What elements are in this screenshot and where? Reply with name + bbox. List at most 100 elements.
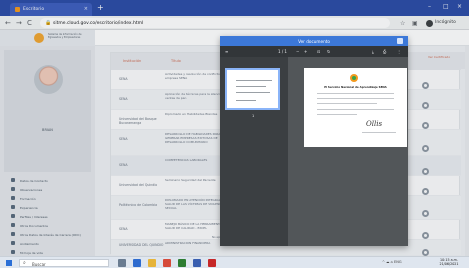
pdf-viewport[interactable]: 1 El Servicio Nacional de Aprendizaje SE…: [220, 57, 408, 246]
system-tray[interactable]: ^ ☁ ⌂ ENG: [382, 260, 402, 264]
view-eye-icon[interactable]: [422, 82, 429, 89]
pdf-menu-icon[interactable]: ≡: [225, 49, 228, 54]
back-button[interactable]: ←: [5, 19, 11, 27]
sidebar-item-label: Otros Datos de Interés de Carrera (ODC): [20, 233, 81, 237]
modal-close-button[interactable]: [397, 38, 403, 44]
app-icon[interactable]: [208, 259, 216, 267]
word-icon[interactable]: [193, 259, 201, 267]
view-eye-icon[interactable]: [422, 145, 429, 152]
forward-button[interactable]: →: [16, 19, 22, 27]
search-icon: ⌕: [23, 260, 26, 266]
logo-icon: [34, 33, 44, 43]
sidebar-item-education[interactable]: Formación: [4, 194, 91, 203]
modal-title: Ver documento: [298, 39, 330, 44]
file-explorer-icon[interactable]: [148, 259, 156, 267]
minimize-button[interactable]: –: [428, 3, 431, 10]
sidebar-item-label: Datos de Contacto: [20, 179, 48, 183]
user-name: BRIAN: [42, 128, 53, 132]
tab-title: Escritorio: [23, 7, 45, 12]
maximize-button[interactable]: □: [443, 3, 449, 10]
text-line: [317, 103, 377, 104]
sidebar-item-contact[interactable]: Datos de Contacto: [4, 176, 91, 185]
download-icon[interactable]: ⤓: [372, 49, 374, 54]
view-eye-icon[interactable]: [422, 232, 429, 239]
comment-icon: [11, 187, 15, 191]
windows-start-icon[interactable]: [6, 260, 12, 266]
view-eye-icon[interactable]: [422, 188, 429, 195]
view-column-title: Ver Certificado: [428, 55, 451, 59]
profile-avatar-icon[interactable]: [426, 20, 433, 27]
thumb-line: [236, 86, 266, 87]
sidebar-item-linking[interactable]: Anillamiento: [4, 239, 91, 248]
cell-institution: SENA: [119, 97, 128, 101]
chrome-icon[interactable]: [163, 259, 171, 267]
pdf-page-thumbnail[interactable]: [225, 68, 280, 110]
view-eye-icon[interactable]: [422, 122, 429, 129]
cell-institution: SENA: [119, 227, 128, 231]
sidebar-item-observations[interactable]: Observaciones: [4, 185, 91, 194]
profile-label[interactable]: Incógnito: [435, 20, 456, 25]
text-line: [317, 109, 394, 110]
print-icon[interactable]: ⎙: [383, 49, 386, 54]
star-icon[interactable]: ☆: [400, 20, 405, 27]
view-eye-icon[interactable]: [422, 249, 429, 256]
sidebar: BRIAN Datos de Contacto Observaciones Fo…: [0, 46, 95, 264]
edge-icon[interactable]: [133, 259, 141, 267]
cell-institution: SENA: [119, 163, 128, 167]
sidebar-item-label: Perfiles / Intereses: [20, 215, 48, 219]
text-line: [317, 93, 394, 94]
sidebar-item-label: Observaciones: [20, 188, 43, 192]
sidebar-item-label: Mi hoja de vida: [20, 251, 43, 255]
url-text: sitme.cloud.gov.co/escritorio/index.html: [53, 20, 144, 26]
sidebar-item-experience[interactable]: Experiencia: [4, 203, 91, 212]
education-icon: [11, 196, 15, 200]
pdf-thumbnail-pane: 1: [220, 57, 288, 246]
header-brand-area: Sistema de Información de Egresados y Em…: [0, 30, 95, 46]
excel-icon[interactable]: [178, 259, 186, 267]
pdf-toolbar: ≡ 1 / 1 − + ⊡ ↻ ⤓ ⎙ ⋮: [220, 46, 408, 57]
url-field[interactable]: 🔒 sitme.cloud.gov.co/escritorio/index.ht…: [40, 18, 390, 28]
extensions-icon[interactable]: ▣: [412, 20, 418, 27]
avatar: [34, 65, 63, 94]
sidebar-item-label: Experiencia: [20, 206, 38, 210]
thumb-line: [236, 100, 256, 101]
browser-tab-bar: Escritorio × + – □ ×: [0, 0, 469, 16]
user-card: BRIAN: [4, 50, 91, 172]
reload-button[interactable]: C: [27, 19, 32, 27]
signature-line: [362, 132, 396, 133]
sidebar-item-documents[interactable]: Otros Documentos: [4, 221, 91, 230]
taskbar-search[interactable]: ⌕ Buscar: [19, 259, 109, 267]
sidebar-item-profiles[interactable]: Perfiles / Intereses: [4, 212, 91, 221]
document-icon: [11, 223, 15, 227]
certificate-title: El Servicio Nacional de Aprendizaje SENA: [324, 85, 387, 89]
address-bar: ← → C 🔒 sitme.cloud.gov.co/escritorio/in…: [0, 16, 469, 30]
taskbar-clock[interactable]: 10:15 a.m. 21/06/2021: [434, 258, 464, 267]
more-options-icon[interactable]: ⋮: [397, 49, 401, 54]
lock-icon: 🔒: [45, 20, 52, 26]
clock-date: 21/06/2021: [439, 262, 459, 267]
pdf-page-indicator[interactable]: 1 / 1: [278, 49, 287, 54]
modal-title-bar: Ver documento: [220, 36, 408, 46]
sena-logo-icon: [350, 74, 358, 82]
view-eye-icon[interactable]: [422, 168, 429, 175]
zoom-in-button[interactable]: +: [304, 49, 307, 54]
rotate-icon[interactable]: ↻: [327, 49, 330, 54]
tab-close-icon[interactable]: ×: [84, 6, 88, 12]
fit-page-icon[interactable]: ⊡: [317, 49, 320, 54]
sidebar-item-label: Otros Documentos: [20, 224, 48, 228]
thumbnail-number: 1: [252, 114, 255, 118]
view-eye-icon[interactable]: [422, 102, 429, 109]
zoom-out-button[interactable]: −: [296, 49, 299, 54]
link-icon: [11, 241, 15, 245]
pdf-page: El Servicio Nacional de Aprendizaje SENA…: [304, 68, 407, 147]
sidebar-item-label: Anillamiento: [20, 242, 39, 246]
new-tab-button[interactable]: +: [97, 3, 104, 12]
close-window-button[interactable]: ×: [457, 3, 462, 10]
task-view-icon[interactable]: [118, 259, 126, 267]
view-column: Ver Certificado: [408, 46, 465, 256]
sidebar-item-other-data[interactable]: Otros Datos de Interés de Carrera (ODC): [4, 230, 91, 239]
browser-tab[interactable]: Escritorio ×: [10, 3, 92, 16]
view-eye-icon[interactable]: [422, 210, 429, 217]
cell-institution: SENA: [119, 137, 128, 141]
sidebar-menu: Datos de Contacto Observaciones Formació…: [4, 176, 91, 266]
